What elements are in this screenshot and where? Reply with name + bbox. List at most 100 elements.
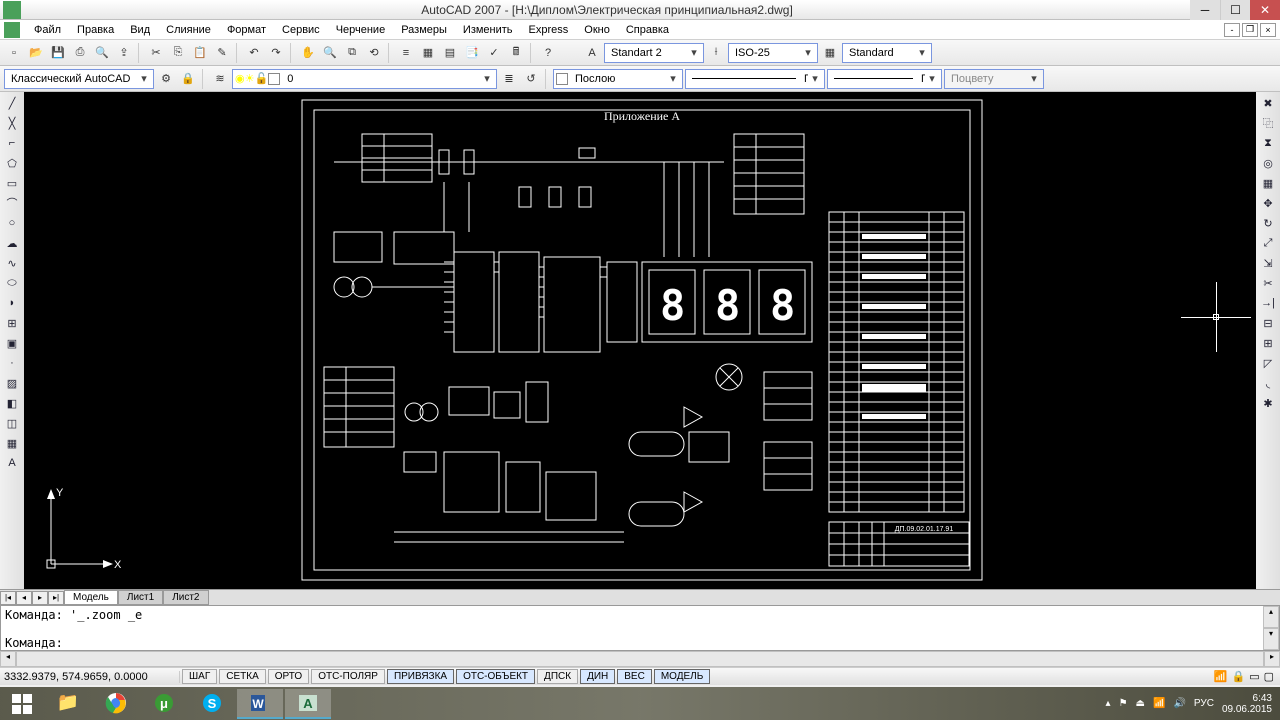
menu-tools[interactable]: Сервис bbox=[274, 22, 328, 38]
designcenter-icon[interactable]: ▦ bbox=[418, 43, 438, 63]
mdi-close-button[interactable]: × bbox=[1260, 23, 1276, 37]
menu-modify[interactable]: Изменить bbox=[455, 22, 521, 38]
status-polar[interactable]: ОТС-ПОЛЯР bbox=[311, 669, 385, 684]
scroll-up-icon[interactable]: ▴ bbox=[1263, 606, 1279, 628]
new-icon[interactable]: ▫ bbox=[4, 43, 24, 63]
command-scrollbar[interactable]: ▴ ▾ bbox=[1263, 606, 1279, 650]
insert-icon[interactable]: ⊞ bbox=[3, 314, 21, 332]
preview-icon[interactable]: 🔍 bbox=[92, 43, 112, 63]
textstyle-icon[interactable]: A bbox=[582, 43, 602, 63]
hatch-icon[interactable]: ▨ bbox=[3, 374, 21, 392]
xline-icon[interactable]: ╳ bbox=[3, 114, 21, 132]
color-dropdown[interactable]: Послою▾ bbox=[553, 69, 683, 89]
menu-express[interactable]: Express bbox=[521, 22, 577, 38]
dim-style-dropdown[interactable]: ISO-25▾ bbox=[728, 43, 818, 63]
menu-file[interactable]: Файл bbox=[26, 22, 69, 38]
menu-format[interactable]: Формат bbox=[219, 22, 274, 38]
mdi-restore-button[interactable]: ❐ bbox=[1242, 23, 1258, 37]
tab-prev-button[interactable]: ◂ bbox=[16, 591, 32, 605]
tray-action-center-icon[interactable]: ⚑ bbox=[1119, 698, 1128, 709]
layer-dropdown[interactable]: ◉ ☀ 🔓 0▾ bbox=[232, 69, 497, 89]
status-dyn[interactable]: ДИН bbox=[580, 669, 615, 684]
tab-sheet1[interactable]: Лист1 bbox=[118, 590, 163, 605]
mtext-icon[interactable]: A bbox=[3, 454, 21, 472]
arc-icon[interactable]: ⌒ bbox=[3, 194, 21, 212]
move-icon[interactable]: ✥ bbox=[1259, 194, 1277, 212]
tray-clock[interactable]: 6:43 09.06.2015 bbox=[1222, 693, 1272, 715]
calc-icon[interactable]: 🖩 bbox=[506, 43, 526, 63]
line-icon[interactable]: ╱ bbox=[3, 94, 21, 112]
status-grid[interactable]: СЕТКА bbox=[219, 669, 266, 684]
menu-draw[interactable]: Черчение bbox=[328, 22, 394, 38]
status-model[interactable]: МОДЕЛЬ bbox=[654, 669, 710, 684]
tray-usb-icon[interactable]: ⏏ bbox=[1136, 698, 1145, 709]
text-style-dropdown[interactable]: Standart 2▾ bbox=[604, 43, 704, 63]
markup-icon[interactable]: ✓ bbox=[484, 43, 504, 63]
rotate-icon[interactable]: ↻ bbox=[1259, 214, 1277, 232]
tab-last-button[interactable]: ▸| bbox=[48, 591, 64, 605]
publish-icon[interactable]: ⇪ bbox=[114, 43, 134, 63]
scale-icon[interactable]: ⤢ bbox=[1259, 234, 1277, 252]
menu-view[interactable]: Вид bbox=[122, 22, 158, 38]
point-icon[interactable]: · bbox=[3, 354, 21, 372]
copy-icon[interactable]: ⎘ bbox=[168, 43, 188, 63]
tray-comm-icon[interactable]: 📶 bbox=[1214, 670, 1228, 683]
workspace-dropdown[interactable]: Классический AutoCAD▾ bbox=[4, 69, 154, 89]
break-icon[interactable]: ⊟ bbox=[1259, 314, 1277, 332]
gradient-icon[interactable]: ◧ bbox=[3, 394, 21, 412]
sheetset-icon[interactable]: 📑 bbox=[462, 43, 482, 63]
tab-first-button[interactable]: |◂ bbox=[0, 591, 16, 605]
explode-icon[interactable]: ✱ bbox=[1259, 394, 1277, 412]
offset-icon[interactable]: ◎ bbox=[1259, 154, 1277, 172]
tray-network-icon[interactable]: 📶 bbox=[1153, 698, 1165, 709]
taskbar-skype-icon[interactable]: S bbox=[189, 689, 235, 719]
tablestyle-icon[interactable]: ▦ bbox=[820, 43, 840, 63]
fillet-icon[interactable]: ◟ bbox=[1259, 374, 1277, 392]
taskbar-chrome-icon[interactable] bbox=[93, 689, 139, 719]
tab-sheet2[interactable]: Лист2 bbox=[163, 590, 208, 605]
ellipse-icon[interactable]: ⬭ bbox=[3, 274, 21, 292]
menu-window[interactable]: Окно bbox=[576, 22, 618, 38]
cut-icon[interactable]: ✂ bbox=[146, 43, 166, 63]
linetype-dropdown[interactable]: Послою▾ bbox=[685, 69, 825, 89]
tray-up-icon[interactable]: ▴ bbox=[1106, 698, 1111, 709]
workspace-settings-icon[interactable]: ⚙ bbox=[156, 69, 176, 89]
menu-dimension[interactable]: Размеры bbox=[393, 22, 455, 38]
status-lwt[interactable]: ВЕС bbox=[617, 669, 652, 684]
tab-model[interactable]: Модель bbox=[64, 590, 118, 605]
status-ortho[interactable]: ОРТО bbox=[268, 669, 309, 684]
tray-annotation-icon[interactable]: ▭ bbox=[1249, 670, 1259, 683]
status-osnap[interactable]: ПРИВЯЗКА bbox=[387, 669, 454, 684]
spline-icon[interactable]: ∿ bbox=[3, 254, 21, 272]
lineweight-dropdown[interactable]: Послою▾ bbox=[827, 69, 942, 89]
tray-volume-icon[interactable]: 🔊 bbox=[1173, 698, 1185, 709]
taskbar-explorer-icon[interactable]: 📁 bbox=[45, 689, 91, 719]
zoom-window-icon[interactable]: ⧉ bbox=[342, 43, 362, 63]
menu-help[interactable]: Справка bbox=[618, 22, 677, 38]
layer-prev-icon[interactable]: ↺ bbox=[521, 69, 541, 89]
rectangle-icon[interactable]: ▭ bbox=[3, 174, 21, 192]
help-icon[interactable]: ? bbox=[538, 43, 558, 63]
coordinates-display[interactable]: 3332.9379, 574.9659, 0.0000 bbox=[0, 671, 180, 683]
tray-cleanscreen-icon[interactable]: ▢ bbox=[1264, 670, 1274, 683]
scroll-left-icon[interactable]: ◂ bbox=[0, 651, 16, 667]
layer-states-icon[interactable]: ≣ bbox=[499, 69, 519, 89]
polyline-icon[interactable]: ⌐ bbox=[3, 134, 21, 152]
mdi-minimize-button[interactable]: - bbox=[1224, 23, 1240, 37]
pan-icon[interactable]: ✋ bbox=[298, 43, 318, 63]
app-menu-icon[interactable] bbox=[4, 22, 20, 38]
tray-language[interactable]: РУС bbox=[1194, 698, 1214, 709]
taskbar-utorrent-icon[interactable]: μ bbox=[141, 689, 187, 719]
status-snap[interactable]: ШАГ bbox=[182, 669, 217, 684]
table-style-dropdown[interactable]: Standard▾ bbox=[842, 43, 932, 63]
menu-merge[interactable]: Слияние bbox=[158, 22, 219, 38]
copy-obj-icon[interactable]: ⿻ bbox=[1259, 114, 1277, 132]
menu-edit[interactable]: Правка bbox=[69, 22, 122, 38]
tab-next-button[interactable]: ▸ bbox=[32, 591, 48, 605]
maximize-button[interactable]: ☐ bbox=[1220, 0, 1250, 20]
revcloud-icon[interactable]: ☁ bbox=[3, 234, 21, 252]
join-icon[interactable]: ⊞ bbox=[1259, 334, 1277, 352]
paste-icon[interactable]: 📋 bbox=[190, 43, 210, 63]
taskbar-autocad-icon[interactable]: A bbox=[285, 689, 331, 719]
block-icon[interactable]: ▣ bbox=[3, 334, 21, 352]
